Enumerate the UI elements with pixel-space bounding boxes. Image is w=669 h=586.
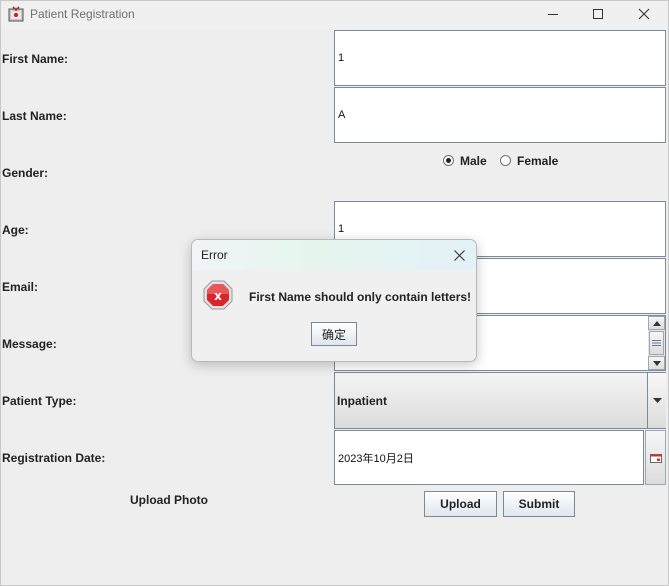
minimize-icon [548, 14, 558, 15]
scroll-down-button[interactable] [648, 356, 665, 370]
gender-female-radio[interactable] [500, 155, 511, 166]
age-label: Age: [2, 223, 29, 237]
gender-label: Gender: [2, 166, 49, 180]
error-dialog: Error x First Name should only contain l… [191, 239, 477, 362]
date-picker-button[interactable] [645, 430, 666, 485]
last-name-field[interactable]: A [334, 87, 666, 143]
triangle-down-icon [652, 360, 661, 366]
registration-date-field[interactable]: 2023年10月2日 [334, 430, 644, 485]
dialog-close-button[interactable] [450, 246, 468, 264]
patient-type-select[interactable]: Inpatient [334, 372, 666, 429]
gender-male-label[interactable]: Male [460, 154, 487, 168]
close-icon [453, 249, 465, 261]
dialog-title-bar [192, 240, 476, 270]
app-icon [8, 6, 24, 22]
patient-type-dropdown-button[interactable] [647, 373, 666, 428]
calendar-icon [649, 453, 662, 463]
email-label: Email: [2, 280, 39, 294]
last-name-value: A [338, 109, 346, 121]
message-scrollbar[interactable] [648, 316, 665, 370]
gender-female-label[interactable]: Female [517, 154, 558, 168]
grip-icon [652, 340, 661, 346]
maximize-icon [593, 9, 603, 19]
dialog-ok-button[interactable]: 确定 [311, 322, 357, 346]
upload-photo-label: Upload Photo [130, 493, 208, 507]
close-button[interactable] [621, 1, 667, 27]
error-icon: x [203, 280, 233, 310]
maximize-button[interactable] [575, 1, 621, 27]
submit-button[interactable]: Submit [503, 491, 575, 517]
window-title: Patient Registration [30, 7, 135, 21]
minimize-button[interactable] [530, 1, 576, 27]
svg-text:x: x [214, 289, 222, 303]
chevron-down-icon [652, 398, 662, 403]
last-name-label: Last Name: [2, 109, 67, 123]
first-name-value: 1 [338, 52, 345, 64]
patient-type-label: Patient Type: [2, 394, 77, 408]
registration-date-value: 2023年10月2日 [338, 452, 414, 465]
triangle-up-icon [652, 320, 661, 326]
scroll-up-button[interactable] [648, 316, 665, 330]
upload-button[interactable]: Upload [424, 491, 497, 517]
gender-male-radio[interactable] [443, 155, 454, 166]
patient-type-value: Inpatient [337, 394, 387, 408]
dialog-title: Error [201, 248, 228, 262]
first-name-label: First Name: [2, 52, 69, 66]
scroll-thumb[interactable] [649, 331, 664, 355]
first-name-field[interactable]: 1 [334, 30, 666, 86]
close-icon [638, 8, 650, 20]
age-value: 1 [338, 223, 345, 235]
dialog-message: First Name should only contain letters! [249, 290, 472, 304]
message-label: Message: [2, 337, 57, 351]
registration-date-label: Registration Date: [2, 451, 106, 465]
